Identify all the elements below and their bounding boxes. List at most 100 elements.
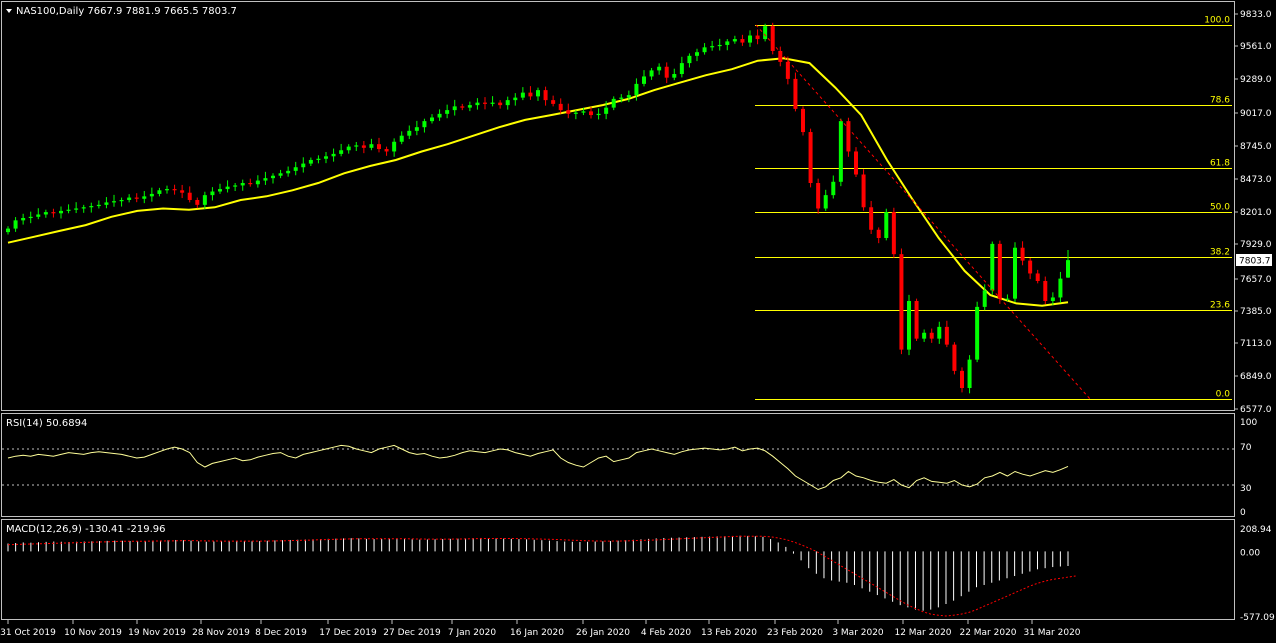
candle-body bbox=[59, 210, 63, 214]
candle-body bbox=[914, 301, 919, 339]
candle-body bbox=[604, 107, 609, 114]
candle-body bbox=[543, 90, 548, 101]
candle-body bbox=[172, 189, 177, 191]
candle-body bbox=[520, 92, 525, 98]
candle-body bbox=[127, 197, 132, 200]
candle-body bbox=[732, 39, 737, 42]
macd-header-text: MACD(12,26,9) -130.41 -219.96 bbox=[6, 524, 166, 535]
x-tick-label: 17 Dec 2019 bbox=[319, 628, 377, 638]
trading-chart: 100.0 78.6 61.8 50.0 38.2 23.6 0.0 100 70 30 0 20… bbox=[0, 0, 1276, 643]
candle-body bbox=[854, 151, 858, 175]
candle-body bbox=[952, 344, 957, 371]
candle-body bbox=[437, 113, 442, 118]
x-tick-label: 31 Mar 2020 bbox=[1023, 628, 1080, 638]
candle-body bbox=[505, 100, 510, 106]
candle-body bbox=[74, 208, 79, 210]
candle-body bbox=[695, 52, 699, 56]
candle-body bbox=[755, 35, 760, 40]
rsi-tick-label: 0 bbox=[1240, 508, 1246, 518]
y-tick-label: 9833.0 bbox=[1240, 10, 1272, 20]
fib-label-2: 61.8 bbox=[1210, 159, 1230, 169]
candle-body bbox=[248, 183, 253, 185]
candle-body bbox=[399, 135, 404, 142]
y-tick-label: 6849.0 bbox=[1240, 372, 1272, 382]
candle-body bbox=[51, 212, 56, 214]
candle-body bbox=[808, 132, 813, 184]
x-tick-label: 31 Oct 2019 bbox=[0, 628, 56, 638]
candle-body bbox=[876, 229, 881, 238]
x-tick-label: 22 Mar 2020 bbox=[959, 628, 1016, 638]
candle-body bbox=[483, 102, 487, 104]
candle-body bbox=[763, 26, 768, 40]
candle-body bbox=[414, 127, 419, 131]
x-tick-label: 28 Nov 2019 bbox=[192, 628, 250, 638]
candle-body bbox=[528, 92, 533, 97]
candle-body bbox=[346, 146, 351, 151]
rsi-header-text: RSI(14) 50.6894 bbox=[6, 418, 87, 429]
candle-body bbox=[740, 39, 745, 43]
candle-body bbox=[21, 218, 26, 221]
candle-body bbox=[210, 191, 215, 196]
x-tick-label: 4 Feb 2020 bbox=[641, 628, 692, 638]
fib-label-6: 0.0 bbox=[1216, 390, 1231, 400]
main-header-text: NAS100,Daily 7667.9 7881.9 7665.5 7803.7 bbox=[16, 6, 237, 17]
candle-body bbox=[770, 26, 775, 51]
candle-body bbox=[225, 186, 230, 190]
y-tick-label: 6577.0 bbox=[1240, 405, 1272, 415]
candle-body bbox=[611, 98, 616, 108]
candle-body bbox=[679, 63, 684, 75]
candle-body bbox=[702, 47, 707, 53]
x-tick-label: 26 Jan 2020 bbox=[576, 628, 630, 638]
candle-body bbox=[785, 61, 790, 79]
candle-body bbox=[233, 185, 238, 187]
candle-body bbox=[392, 141, 397, 152]
candle-body bbox=[937, 326, 942, 339]
candle-body bbox=[596, 113, 601, 116]
candle-body bbox=[308, 159, 313, 164]
candle-body bbox=[967, 359, 972, 389]
candle-body bbox=[452, 106, 457, 111]
candle-body bbox=[536, 90, 540, 97]
x-tick-label: 19 Nov 2019 bbox=[128, 628, 186, 638]
candle-body bbox=[384, 149, 389, 152]
candle-body bbox=[361, 145, 366, 148]
x-tick-label: 3 Mar 2020 bbox=[832, 628, 884, 638]
candle-body bbox=[331, 153, 336, 157]
candle-body bbox=[13, 220, 18, 229]
candle-body bbox=[899, 254, 904, 350]
candle-body bbox=[195, 199, 200, 205]
candle-body bbox=[36, 214, 41, 217]
rsi-tick-label: 100 bbox=[1240, 418, 1257, 428]
fib-label-5: 23.6 bbox=[1210, 301, 1230, 311]
y-tick-label: 7929.0 bbox=[1240, 240, 1272, 250]
candle-body bbox=[884, 212, 889, 238]
candle-body bbox=[187, 192, 192, 200]
fib-label-4: 38.2 bbox=[1210, 248, 1230, 258]
candle-body bbox=[316, 158, 321, 160]
x-tick-label: 10 Nov 2019 bbox=[64, 628, 122, 638]
macd-tick-label: 0.00 bbox=[1240, 548, 1260, 558]
candle-body bbox=[81, 207, 86, 209]
x-tick-label: 12 Mar 2020 bbox=[894, 628, 951, 638]
candle-body bbox=[581, 111, 586, 113]
candle-body bbox=[498, 102, 503, 106]
candle-body bbox=[271, 175, 275, 179]
candle-body bbox=[354, 145, 359, 147]
candle-body bbox=[293, 167, 298, 171]
main-header: NAS100,Daily 7667.9 7881.9 7665.5 7803.7 bbox=[6, 6, 237, 17]
candle-body bbox=[202, 195, 207, 205]
candle-body bbox=[944, 326, 949, 345]
candle-body bbox=[467, 105, 472, 108]
x-tick-label: 13 Feb 2020 bbox=[701, 628, 757, 638]
candle-body bbox=[1043, 281, 1048, 301]
y-tick-label: 8745.0 bbox=[1240, 142, 1272, 152]
candle-body bbox=[104, 202, 109, 205]
candle-body bbox=[66, 209, 71, 211]
candle-body bbox=[869, 207, 874, 230]
x-tick-label: 16 Jan 2020 bbox=[510, 628, 564, 638]
fib-label-1: 78.6 bbox=[1210, 96, 1230, 106]
fib-label-3: 50.0 bbox=[1210, 203, 1230, 213]
candle-body bbox=[831, 181, 836, 196]
candle-body bbox=[263, 178, 268, 181]
candle-body bbox=[1013, 247, 1017, 299]
